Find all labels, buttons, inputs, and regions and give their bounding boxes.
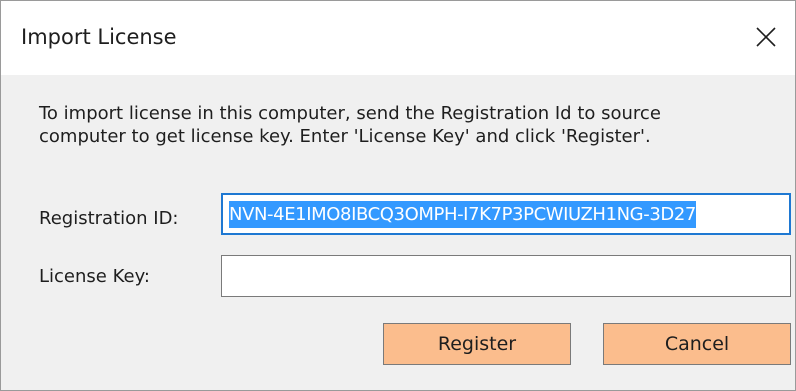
close-icon (756, 27, 776, 47)
license-key-input[interactable] (221, 255, 791, 297)
close-button[interactable] (743, 15, 789, 59)
import-license-dialog: Import License To import license in this… (0, 0, 796, 391)
dialog-body: To import license in this computer, send… (1, 75, 795, 390)
registration-id-value: NVN-4E1IMO8IBCQ3OMPH-I7K7P3PCWIUZH1NG-3D… (229, 200, 696, 228)
title-bar: Import License (1, 1, 795, 75)
registration-id-field[interactable]: NVN-4E1IMO8IBCQ3OMPH-I7K7P3PCWIUZH1NG-3D… (221, 193, 791, 235)
register-button[interactable]: Register (383, 323, 571, 365)
cancel-button[interactable]: Cancel (603, 323, 791, 365)
instructions-text: To import license in this computer, send… (39, 103, 661, 147)
license-key-label: License Key: (39, 266, 150, 287)
dialog-title: Import License (21, 25, 177, 49)
registration-id-label: Registration ID: (39, 208, 179, 229)
